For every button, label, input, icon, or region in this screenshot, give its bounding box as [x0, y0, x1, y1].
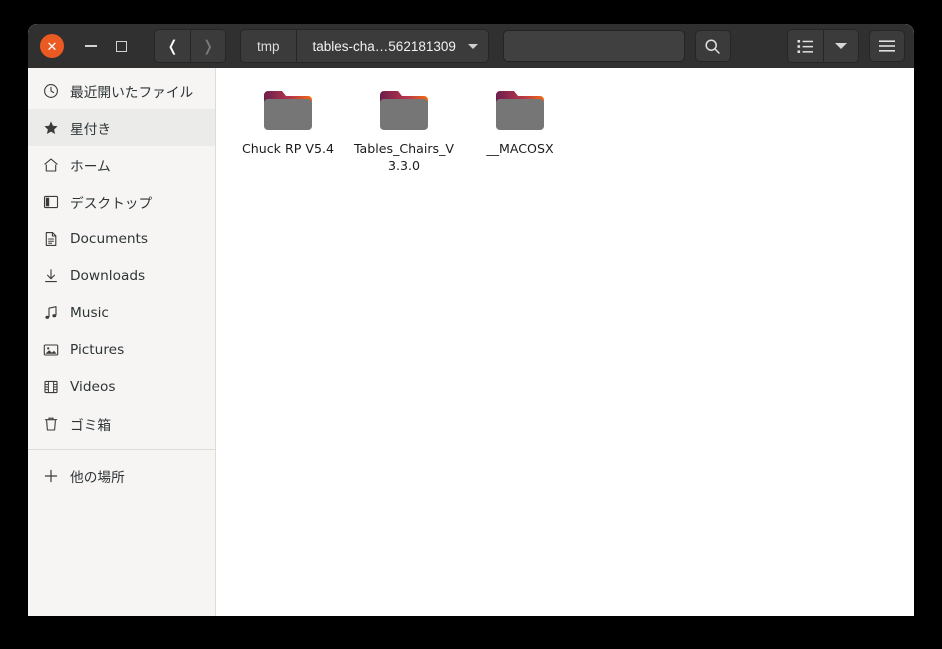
folder-icon [494, 88, 546, 134]
music-note-icon [42, 304, 59, 321]
close-button[interactable]: ✕ [37, 31, 67, 61]
home-icon [42, 156, 59, 173]
sidebar-item-label: 星付き [70, 121, 112, 138]
chevron-down-icon [467, 43, 478, 49]
trash-icon [42, 415, 59, 432]
window-body: 最近開いたファイル 星付き ホーム デスクトップ Documents Downl… [28, 68, 914, 616]
sidebar-item-label: Downloads [70, 267, 146, 284]
list-view-button[interactable] [788, 30, 823, 62]
sidebar-item-label: Videos [70, 378, 116, 395]
minimize-button[interactable] [76, 31, 106, 61]
search-icon [705, 38, 721, 54]
document-icon [42, 230, 59, 247]
view-controls-group [787, 29, 859, 63]
sidebar-item-label: 最近開いたファイル [70, 84, 194, 101]
back-button[interactable]: ❬ [155, 30, 190, 62]
close-icon: ✕ [40, 34, 64, 58]
header-right-controls [787, 29, 905, 63]
header-bar: ✕ ❬ ❭ tmp tables-cha…562181309 [28, 24, 914, 68]
file-name-label: __MACOSX [486, 141, 554, 156]
sidebar-item-pictures[interactable]: Pictures [28, 331, 215, 368]
clock-icon [42, 82, 59, 99]
picture-icon [42, 341, 59, 358]
breadcrumb-label: tables-cha…562181309 [312, 38, 456, 54]
main-menu-button[interactable] [869, 30, 905, 62]
sidebar-item-recent[interactable]: 最近開いたファイル [28, 72, 215, 109]
sidebar-item-label: ホーム [70, 158, 111, 175]
folder-icon [378, 88, 430, 134]
search-button[interactable] [694, 30, 731, 62]
breadcrumb: tmp tables-cha…562181309 [240, 29, 489, 63]
maximize-button[interactable] [106, 31, 136, 61]
file-item[interactable]: Tables_Chairs_V3.3.0 [346, 82, 462, 182]
chevron-right-icon: ❭ [201, 38, 215, 55]
sidebar-item-label: ゴミ箱 [70, 417, 112, 434]
breadcrumb-item-tmp[interactable]: tmp [241, 30, 296, 62]
hamburger-menu-icon [879, 40, 895, 52]
download-icon [42, 267, 59, 284]
sidebar-item-documents[interactable]: Documents [28, 220, 215, 257]
sidebar-item-music[interactable]: Music [28, 294, 215, 331]
plus-icon [42, 467, 59, 484]
file-name-label: Chuck RP V5.4 [242, 141, 334, 156]
list-view-icon [797, 39, 813, 53]
breadcrumb-label: tmp [257, 38, 280, 54]
sidebar-separator [28, 449, 215, 450]
sidebar-item-downloads[interactable]: Downloads [28, 257, 215, 294]
view-options-button[interactable] [823, 30, 858, 62]
search-input[interactable] [503, 31, 684, 61]
sidebar-item-label: デスクトップ [70, 195, 153, 212]
file-item[interactable]: __MACOSX [462, 82, 578, 182]
file-item[interactable]: Chuck RP V5.4 [230, 82, 346, 182]
sidebar-item-label: 他の場所 [70, 469, 125, 486]
sidebar-item-home[interactable]: ホーム [28, 146, 215, 183]
maximize-icon [115, 40, 127, 52]
folder-icon [262, 88, 314, 134]
file-grid[interactable]: Chuck RP V5.4 Tables_Chairs_V3.3.0 __MAC… [216, 68, 914, 616]
sidebar-item-starred[interactable]: 星付き [28, 109, 215, 146]
sidebar-item-trash[interactable]: ゴミ箱 [28, 405, 215, 442]
navigation-group: ❬ ❭ [154, 29, 226, 63]
location-entry[interactable] [502, 30, 685, 62]
sidebar-item-desktop[interactable]: デスクトップ [28, 183, 215, 220]
chevron-down-icon [835, 43, 847, 49]
file-name-label: Tables_Chairs_V3.3.0 [353, 141, 455, 173]
desktop-icon [42, 193, 59, 210]
sidebar-item-label: Documents [70, 230, 149, 247]
breadcrumb-item-current[interactable]: tables-cha…562181309 [295, 30, 488, 62]
minimize-icon [85, 45, 97, 47]
film-icon [42, 378, 59, 395]
sidebar: 最近開いたファイル 星付き ホーム デスクトップ Documents Downl… [28, 68, 216, 616]
sidebar-item-label: Pictures [70, 341, 125, 358]
sidebar-item-other-locations[interactable]: 他の場所 [28, 457, 215, 494]
sidebar-item-videos[interactable]: Videos [28, 368, 215, 405]
sidebar-item-label: Music [70, 304, 109, 321]
file-manager-window: ✕ ❬ ❭ tmp tables-cha…562181309 最近開いたファイル… [28, 24, 914, 616]
forward-button[interactable]: ❭ [190, 30, 225, 62]
chevron-left-icon: ❬ [166, 38, 179, 55]
star-icon [42, 119, 59, 136]
